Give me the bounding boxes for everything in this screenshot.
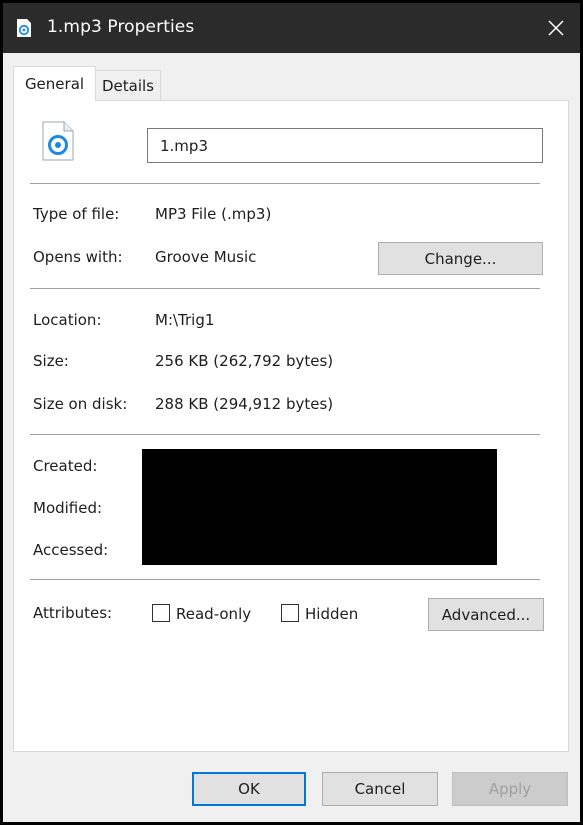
location-label: Location: [33,311,102,329]
accessed-label: Accessed: [33,541,109,559]
title-bar[interactable]: 1.mp3 Properties [3,3,580,53]
redacted-dates [142,449,497,565]
separator [30,183,540,184]
opens-with-value: Groove Music [155,248,257,266]
window-title: 1.mp3 Properties [47,17,195,37]
attributes-label: Attributes: [33,604,113,622]
location-value: M:\Trig1 [155,311,215,329]
size-on-disk-value: 288 KB (294,912 bytes) [155,395,334,413]
size-label: Size: [33,352,69,370]
apply-button[interactable]: Apply [452,772,568,806]
read-only-checkbox[interactable] [152,604,170,622]
close-button[interactable] [532,3,580,53]
size-value: 256 KB (262,792 bytes) [155,352,334,370]
created-label: Created: [33,457,98,475]
separator [30,434,540,435]
type-of-file-value: MP3 File (.mp3) [155,205,272,223]
advanced-button[interactable]: Advanced... [428,598,544,631]
close-icon [548,20,564,36]
size-on-disk-label: Size on disk: [33,395,128,413]
groove-music-file-icon [42,121,74,161]
separator [30,288,540,289]
read-only-label[interactable]: Read-only [176,605,251,623]
ok-button[interactable]: OK [192,772,306,806]
modified-label: Modified: [33,499,103,517]
general-panel [13,100,569,752]
type-of-file-label: Type of file: [33,205,120,223]
cancel-button[interactable]: Cancel [322,772,438,806]
groove-music-file-icon [17,19,31,37]
hidden-checkbox[interactable] [281,604,299,622]
hidden-label[interactable]: Hidden [305,605,358,623]
opens-with-label: Opens with: [33,248,123,266]
separator [30,579,540,580]
change-button[interactable]: Change... [378,242,543,275]
file-name-input[interactable] [147,128,543,163]
tab-details[interactable]: Details [95,70,161,100]
tab-general[interactable]: General [13,66,96,101]
